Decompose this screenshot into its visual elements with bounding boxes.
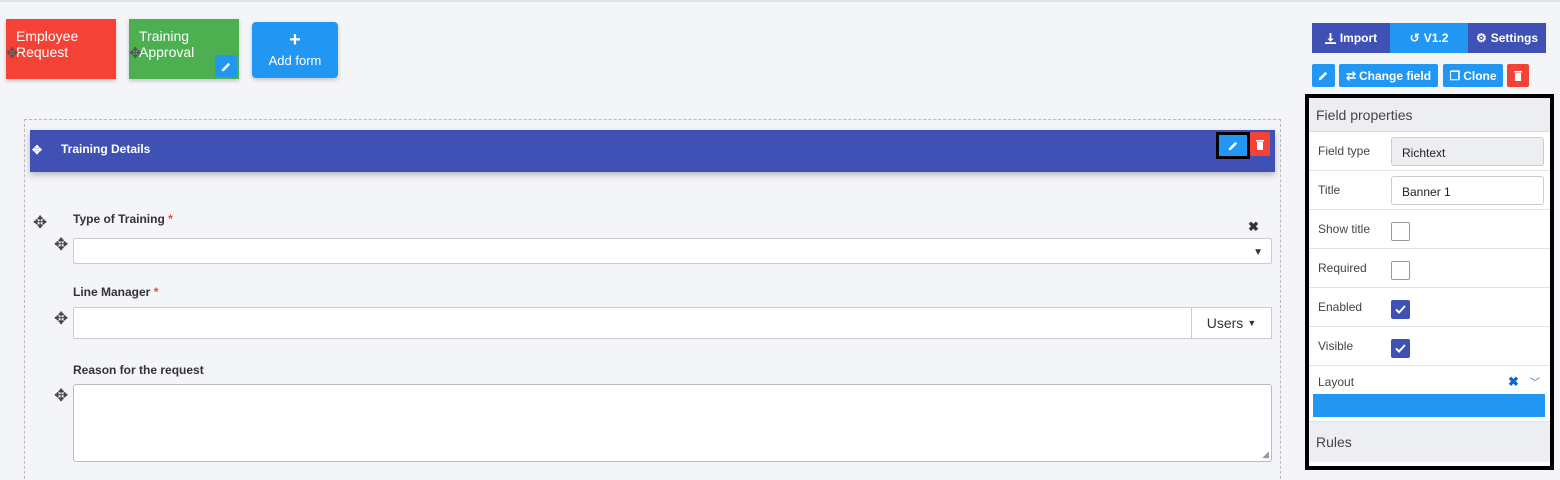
clear-icon[interactable]: ✖ [1248, 219, 1259, 235]
swap-icon: ⇄ [1345, 68, 1357, 83]
panel-header: Field properties [1309, 98, 1550, 132]
caret-down-icon: ▼ [1253, 247, 1263, 258]
add-form-button[interactable]: + Add form [252, 22, 338, 78]
pencil-icon [221, 62, 230, 71]
pencil-icon [1228, 141, 1237, 151]
field-label-line-manager: Line Manager * [73, 285, 158, 299]
copy-icon: ❐ [1449, 68, 1461, 83]
users-dropdown-button[interactable]: Users ▼ [1191, 307, 1272, 339]
enabled-checkbox[interactable] [1391, 300, 1410, 319]
gear-icon: ⚙ [1475, 31, 1487, 45]
visible-row: Visible [1309, 327, 1550, 366]
required-marker: * [168, 212, 173, 226]
visible-label: Visible [1318, 339, 1354, 353]
delete-field-button[interactable] [1250, 132, 1270, 156]
move-icon[interactable]: ✥ [129, 46, 142, 62]
plus-icon: + [289, 29, 301, 51]
required-row: Required [1309, 249, 1550, 288]
move-icon[interactable]: ✥ [54, 236, 68, 253]
label-text: Reason for the request [73, 363, 204, 377]
checkmark-icon [1395, 344, 1406, 353]
form-tab-training-approval[interactable]: Training Approval ✥ [129, 19, 239, 79]
move-icon[interactable]: ✥ [54, 387, 68, 404]
layout-label: Layout [1318, 375, 1355, 389]
enabled-label: Enabled [1318, 300, 1363, 314]
settings-button[interactable]: ⚙ Settings [1468, 23, 1546, 53]
required-label: Required [1318, 261, 1367, 275]
users-label: Users [1206, 315, 1244, 331]
import-label: Import [1339, 31, 1378, 45]
required-marker: * [153, 285, 159, 299]
form-tab-label: Training Approval [139, 28, 195, 60]
change-field-label: Change field [1359, 68, 1432, 83]
field-properties-panel: Field properties Field type Richtext Tit… [1305, 94, 1554, 470]
enabled-row: Enabled [1309, 288, 1550, 327]
trash-icon [1514, 71, 1522, 81]
caret-down-icon: ▼ [1247, 318, 1257, 328]
change-field-button[interactable]: ⇄ Change field [1339, 64, 1438, 87]
pencil-icon [1318, 71, 1328, 81]
version-label: V1.2 [1423, 31, 1449, 45]
visible-checkbox[interactable] [1391, 339, 1410, 358]
layout-row: Layout ✖ ﹀ [1309, 366, 1550, 422]
type-of-training-select[interactable]: ▼ [73, 238, 1272, 264]
download-icon [1324, 32, 1336, 44]
title-label: Title [1318, 183, 1341, 197]
trash-icon [1256, 139, 1264, 150]
show-title-label: Show title [1318, 222, 1371, 236]
settings-label: Settings [1490, 31, 1539, 45]
label-text: Type of Training [73, 212, 165, 226]
banner-field[interactable]: ✥ Training Details [30, 130, 1275, 172]
reason-textarea[interactable]: ◢ [73, 384, 1272, 462]
field-type-label: Field type [1318, 144, 1371, 158]
move-icon[interactable]: ✥ [33, 214, 47, 231]
move-icon[interactable]: ✥ [32, 143, 42, 157]
edit-button[interactable] [1312, 64, 1335, 87]
clone-label: Clone [1463, 68, 1497, 83]
add-form-label: Add form [268, 53, 322, 68]
title-row: Title Banner 1 [1309, 171, 1550, 210]
title-input[interactable]: Banner 1 [1391, 176, 1544, 205]
edit-field-button[interactable] [1216, 132, 1250, 159]
required-checkbox[interactable] [1391, 261, 1410, 280]
form-tab-label: Employee Request [16, 28, 79, 60]
layout-select[interactable] [1313, 394, 1545, 417]
line-manager-input[interactable] [73, 307, 1192, 339]
checkmark-icon [1395, 305, 1406, 314]
history-icon: ↺ [1409, 31, 1420, 45]
rules-header[interactable]: Rules [1309, 422, 1550, 462]
show-title-row: Show title [1309, 210, 1550, 249]
show-title-checkbox[interactable] [1391, 222, 1410, 241]
move-icon[interactable]: ✥ [54, 310, 68, 327]
import-button[interactable]: Import [1312, 23, 1390, 53]
label-text: Line Manager [73, 285, 151, 299]
field-label-reason: Reason for the request [73, 363, 204, 377]
move-icon[interactable]: ✥ [6, 46, 19, 62]
edit-form-button[interactable] [215, 55, 237, 77]
chevron-down-icon[interactable]: ﹀ [1530, 374, 1540, 389]
top-toolbar: Import ↺ V1.2 ⚙ Settings [1312, 23, 1546, 53]
resize-handle-icon[interactable]: ◢ [1262, 449, 1269, 460]
field-type-row: Field type Richtext [1309, 132, 1550, 171]
clone-button[interactable]: ❐ Clone [1443, 64, 1503, 87]
delete-button[interactable] [1507, 64, 1529, 87]
field-type-value: Richtext [1391, 137, 1544, 166]
form-tab-employee-request[interactable]: Employee Request ✥ [6, 19, 116, 79]
field-label-type-of-training: Type of Training * [73, 212, 173, 226]
version-button[interactable]: ↺ V1.2 [1390, 23, 1468, 53]
clear-icon[interactable]: ✖ [1508, 374, 1519, 390]
banner-title: Training Details [61, 142, 151, 156]
